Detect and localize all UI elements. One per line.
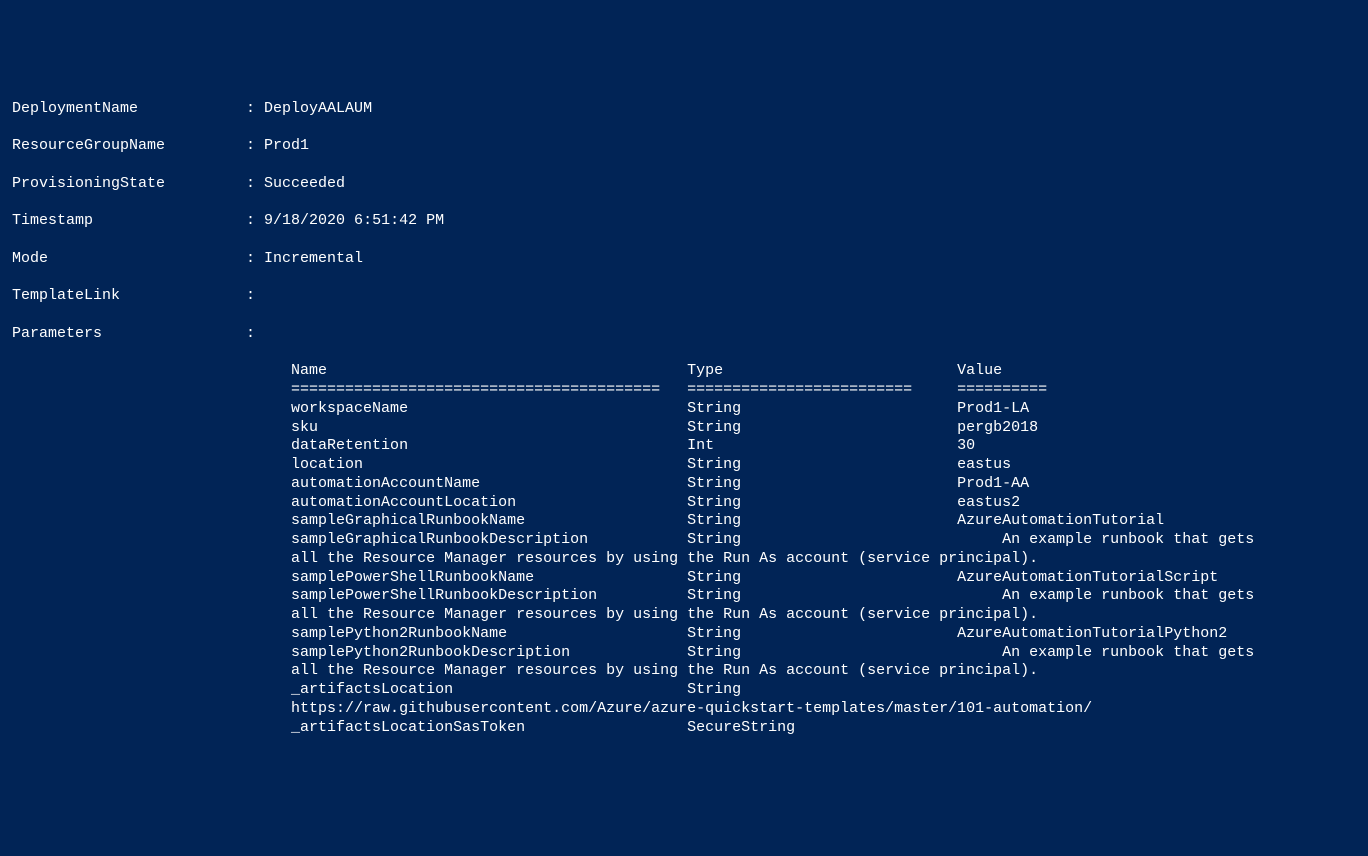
- field-value: Prod1: [264, 137, 309, 156]
- field-value: DeployAALAUM: [264, 100, 372, 119]
- params-row: sku String pergb2018: [12, 419, 1356, 438]
- field-deploymentname: DeploymentName : DeployAALAUM: [12, 100, 1356, 119]
- field-parameters: Parameters :: [12, 325, 1356, 344]
- params-row-wrap: all the Resource Manager resources by us…: [12, 606, 1356, 625]
- params-row: sampleGraphicalRunbookDescription String…: [12, 531, 1356, 550]
- params-row: dataRetention Int 30: [12, 437, 1356, 456]
- params-row: workspaceName String Prod1-LA: [12, 400, 1356, 419]
- params-row: automationAccountLocation String eastus2: [12, 494, 1356, 513]
- separator: :: [210, 212, 264, 231]
- params-row-wrap: all the Resource Manager resources by us…: [12, 550, 1356, 569]
- separator: :: [210, 175, 264, 194]
- field-label: DeploymentName: [12, 100, 210, 119]
- params-row: samplePowerShellRunbookDescription Strin…: [12, 587, 1356, 606]
- params-row: _artifactsLocation String: [12, 681, 1356, 700]
- field-label: ProvisioningState: [12, 175, 210, 194]
- separator: :: [210, 287, 264, 306]
- params-divider: ========================================…: [12, 381, 1356, 400]
- parameters-table: Name Type Value ========================…: [12, 362, 1356, 737]
- field-label: ResourceGroupName: [12, 137, 210, 156]
- field-label: Mode: [12, 250, 210, 269]
- field-mode: Mode : Incremental: [12, 250, 1356, 269]
- params-row: samplePython2RunbookDescription String A…: [12, 644, 1356, 663]
- field-value: Succeeded: [264, 175, 345, 194]
- terminal-output: DeploymentName : DeployAALAUM ResourceGr…: [12, 81, 1356, 756]
- field-templatelink: TemplateLink :: [12, 287, 1356, 306]
- separator: :: [210, 100, 264, 119]
- separator: :: [210, 325, 264, 344]
- separator: :: [210, 137, 264, 156]
- field-provisioningstate: ProvisioningState : Succeeded: [12, 175, 1356, 194]
- params-row: samplePython2RunbookName String AzureAut…: [12, 625, 1356, 644]
- separator: :: [210, 250, 264, 269]
- params-row: sampleGraphicalRunbookName String AzureA…: [12, 512, 1356, 531]
- params-header: Name Type Value: [12, 362, 1356, 381]
- field-label: TemplateLink: [12, 287, 210, 306]
- params-row-wrap: all the Resource Manager resources by us…: [12, 662, 1356, 681]
- params-row-wrap: https://raw.githubusercontent.com/Azure/…: [12, 700, 1356, 719]
- field-timestamp: Timestamp : 9/18/2020 6:51:42 PM: [12, 212, 1356, 231]
- field-label: Parameters: [12, 325, 210, 344]
- field-label: Timestamp: [12, 212, 210, 231]
- field-resourcegroupname: ResourceGroupName : Prod1: [12, 137, 1356, 156]
- params-row: automationAccountName String Prod1-AA: [12, 475, 1356, 494]
- params-row: samplePowerShellRunbookName String Azure…: [12, 569, 1356, 588]
- field-value: Incremental: [264, 250, 363, 269]
- params-row: _artifactsLocationSasToken SecureString: [12, 719, 1356, 738]
- field-value: 9/18/2020 6:51:42 PM: [264, 212, 444, 231]
- params-row: location String eastus: [12, 456, 1356, 475]
